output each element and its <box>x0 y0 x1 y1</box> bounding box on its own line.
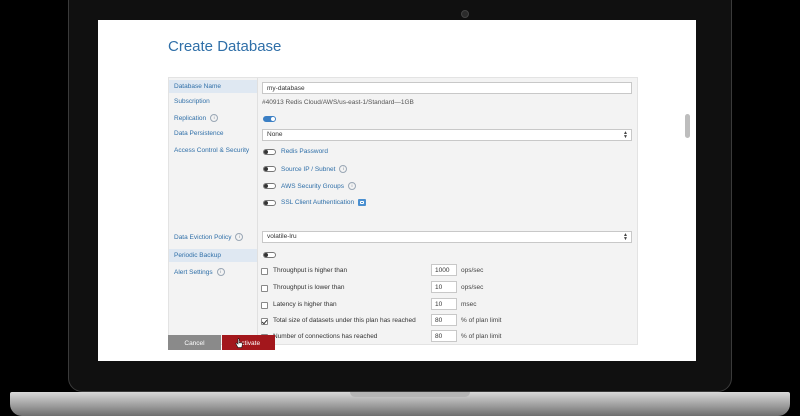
alert-unit-connections: % of plan limit <box>461 333 502 340</box>
info-icon[interactable]: i <box>235 233 244 241</box>
periodic-backup-label: Periodic Backup <box>169 249 265 262</box>
subscription-label: Subscription <box>174 98 210 105</box>
database-name-label: Database Name <box>169 80 257 93</box>
alert-label-throughput-high: Throughput is higher than <box>273 267 348 274</box>
alert-checkbox-latency[interactable] <box>261 302 268 309</box>
ssl-client-auth-option: SSL Client Authentication <box>281 199 367 206</box>
access-control-label-text: Access Control & Security <box>174 147 250 154</box>
source-ip-option: Source IP / Subnet i <box>281 165 348 173</box>
source-ip-label: Source IP / Subnet <box>281 165 336 173</box>
replication-label: Replication i <box>174 114 219 122</box>
subscription-label-text: Subscription <box>174 98 210 105</box>
chevron-updown-icon: ▲ ▼ <box>623 130 628 140</box>
replication-toggle[interactable] <box>263 116 276 122</box>
alert-label-throughput-low: Throughput is lower than <box>273 284 345 291</box>
alert-unit-throughput-low: ops/sec <box>461 284 484 291</box>
database-name-input[interactable] <box>262 82 632 94</box>
eviction-policy-select[interactable]: volatile-lru ▲ ▼ <box>262 231 632 243</box>
chevron-updown-icon: ▲ ▼ <box>623 232 628 242</box>
periodic-backup-toggle[interactable] <box>263 252 276 258</box>
database-name-label-text: Database Name <box>174 83 221 90</box>
alert-value-connections[interactable] <box>431 330 457 342</box>
label-column: Database Name Subscription Replication i… <box>169 78 265 344</box>
cancel-button[interactable]: Cancel <box>168 335 221 350</box>
alert-settings-label-text: Alert Settings <box>174 268 213 276</box>
aws-security-groups-label: AWS Security Groups <box>281 182 344 190</box>
data-persistence-select[interactable]: None ▲ ▼ <box>262 129 632 141</box>
alert-label-connections: Number of connections has reached <box>273 333 378 340</box>
data-persistence-label-text: Data Persistence <box>174 130 224 137</box>
eviction-policy-selected: volatile-lru <box>267 233 297 240</box>
camera-icon <box>461 10 469 18</box>
replication-label-text: Replication <box>174 114 207 122</box>
ssl-client-auth-toggle[interactable] <box>263 200 276 206</box>
redis-password-label: Redis Password <box>281 148 328 155</box>
hand-cursor-icon <box>235 338 243 348</box>
scrollbar[interactable] <box>683 20 693 361</box>
eviction-policy-label: Data Eviction Policy i <box>174 233 244 241</box>
redis-password-toggle[interactable] <box>263 149 276 155</box>
page-title: Create Database <box>168 38 282 55</box>
alert-checkbox-throughput-high[interactable] <box>261 268 268 275</box>
app-screen: Create Database Database Name Subscripti… <box>98 20 696 361</box>
alert-settings-label: Alert Settings i <box>174 268 225 276</box>
subscription-value: #40913 Redis Cloud/AWS/us-east-1/Standar… <box>262 99 414 106</box>
alert-checkbox-dataset-size[interactable] <box>261 318 268 325</box>
access-control-label: Access Control & Security <box>174 147 249 154</box>
eviction-policy-label-text: Data Eviction Policy <box>174 233 232 241</box>
alert-value-throughput-low[interactable] <box>431 281 457 293</box>
ssl-client-auth-label: SSL Client Authentication <box>281 199 355 206</box>
source-ip-toggle[interactable] <box>263 166 276 172</box>
alert-label-dataset-size: Total size of datasets under this plan h… <box>273 317 416 324</box>
aws-security-groups-option: AWS Security Groups i <box>281 182 356 190</box>
data-persistence-label: Data Persistence <box>174 130 224 137</box>
alert-unit-dataset-size: % of plan limit <box>461 317 502 324</box>
alert-value-dataset-size[interactable] <box>431 314 457 326</box>
periodic-backup-label-text: Periodic Backup <box>174 252 221 259</box>
info-icon[interactable]: i <box>347 182 356 190</box>
alert-checkbox-throughput-low[interactable] <box>261 285 268 292</box>
create-database-form: Database Name Subscription Replication i… <box>168 77 638 345</box>
alert-value-throughput-high[interactable] <box>431 264 457 276</box>
info-icon[interactable]: i <box>216 268 225 276</box>
laptop-base <box>10 392 790 416</box>
aws-security-groups-toggle[interactable] <box>263 183 276 189</box>
alert-value-latency[interactable] <box>431 298 457 310</box>
redis-password-option: Redis Password <box>281 148 328 155</box>
data-persistence-selected: None <box>267 131 283 138</box>
alert-unit-latency: msec <box>461 301 477 308</box>
info-icon[interactable]: i <box>210 114 219 122</box>
alert-label-latency: Latency is higher than <box>273 301 337 308</box>
activate-button[interactable]: Activate <box>222 335 275 350</box>
info-icon[interactable]: i <box>339 165 348 173</box>
scrollbar-thumb[interactable] <box>685 114 690 138</box>
edit-icon[interactable] <box>358 199 367 206</box>
alert-unit-throughput-high: ops/sec <box>461 267 484 274</box>
laptop-base-notch <box>350 392 470 397</box>
